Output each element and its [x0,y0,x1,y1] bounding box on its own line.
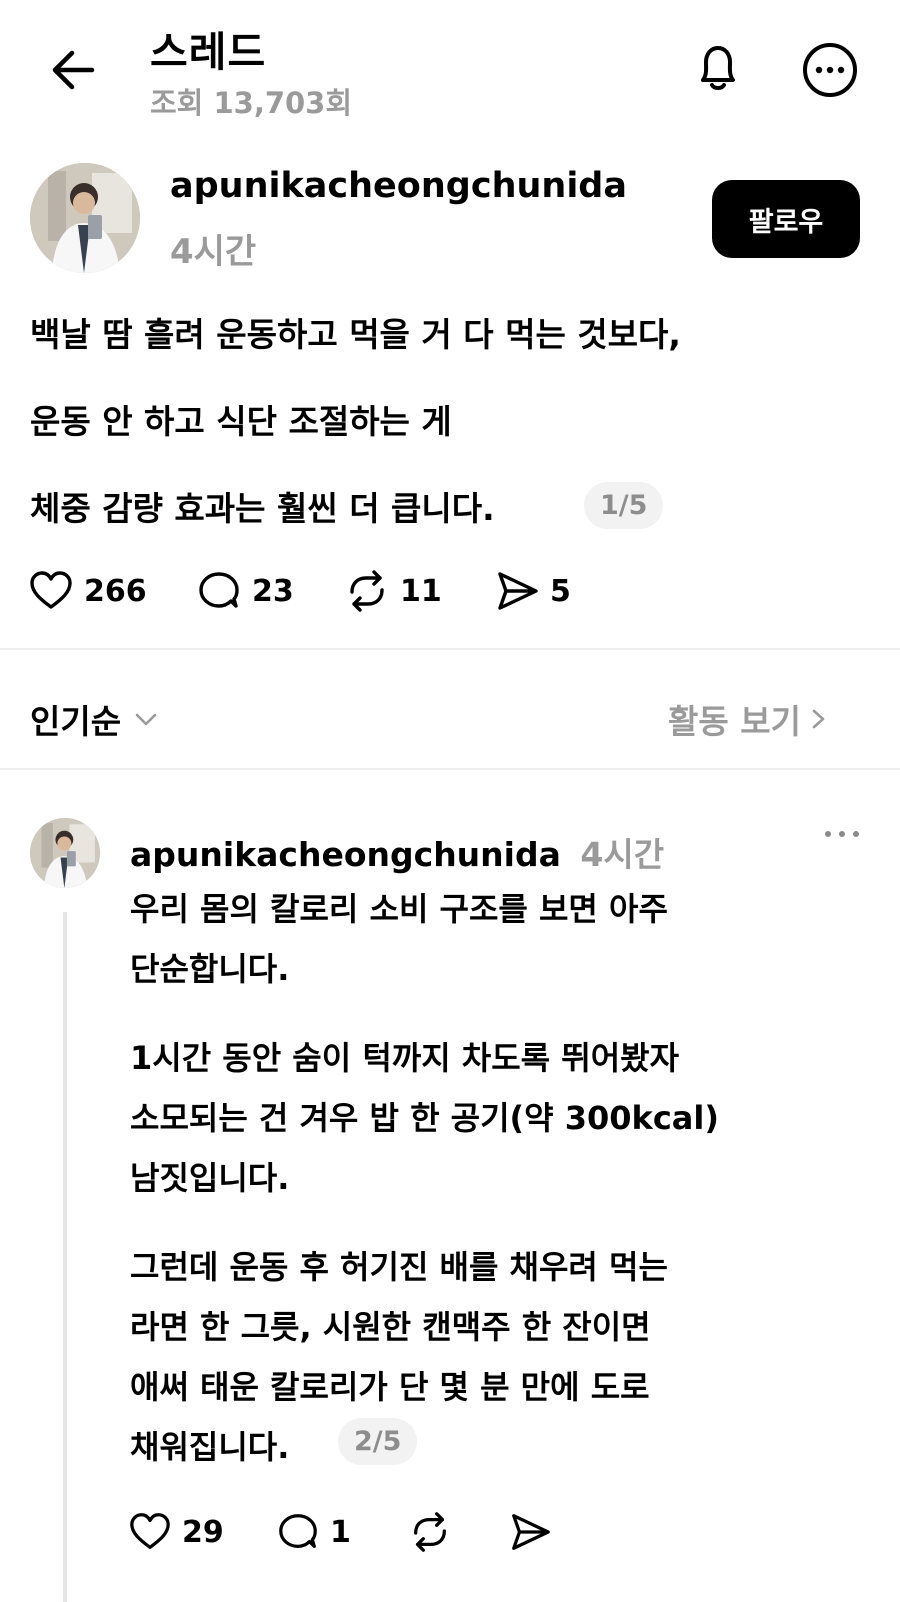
reply-text-line: 라면 한 그릇, 시원한 캔맥주 한 잔이면 [130,1308,651,1346]
divider [0,768,900,770]
thread-connector-line [63,912,67,1602]
post-author[interactable]: apunikacheongchunida [170,166,627,206]
comment-bubble-icon [279,1514,317,1548]
view-count: 조회 13,703회 [150,86,353,120]
chevron-down-icon [135,713,157,726]
follow-button[interactable]: 팔로우 [712,180,860,258]
reply-header: apunikacheongchunida 4시간 [130,828,664,876]
thread-page-indicator: 1/5 [584,482,664,529]
like-count: 266 [84,573,147,609]
reply-author[interactable]: apunikacheongchunida [130,835,561,874]
post-text-line: 운동 안 하고 식단 조절하는 게 [30,402,452,441]
reply-text-line: 애써 태운 칼로리가 단 몇 분 만에 도로 [130,1368,650,1406]
more-options-button[interactable] [800,40,860,100]
post-text-line: 백날 땀 흘려 운동하고 먹을 거 다 먹는 것보다, [30,315,681,354]
repost-count: 11 [400,573,442,609]
post-text-line: 체중 감량 효과는 훨씬 더 큽니다. [30,489,495,528]
send-icon [498,572,538,610]
arrow-left-icon [52,50,95,90]
avatar[interactable] [30,163,140,273]
reply-text-line: 우리 몸의 칼로리 소비 구조를 보면 아주 [130,890,668,928]
reply-repost-button[interactable] [408,1510,462,1554]
post-time: 4시간 [170,232,257,272]
repost-button[interactable]: 11 [344,568,442,614]
heart-icon [30,571,72,609]
comment-count: 1 [330,1514,351,1550]
reply-text-line: 그런데 운동 후 허기진 배를 채우려 먹는 [130,1248,668,1286]
thread-page-indicator: 2/5 [338,1418,418,1465]
notification-button[interactable] [688,38,748,98]
comment-count: 23 [252,573,294,609]
share-count: 5 [550,573,571,609]
more-horizontal-icon [825,831,859,837]
reply-text-line: 남짓입니다. [130,1159,290,1197]
page-title: 스레드 [150,28,267,76]
reply-time: 4시간 [580,835,665,874]
reply-text-line: 단순합니다. [130,950,290,988]
repost-icon [414,1512,446,1552]
repost-icon [350,570,384,612]
divider [0,648,900,650]
reply-text-line: 소모되는 건 겨우 밥 한 공기(약 300kcal) [130,1099,719,1137]
more-circle-icon [803,43,857,97]
reply-share-button[interactable] [508,1510,562,1554]
comment-button[interactable]: 23 [196,568,294,614]
comment-bubble-icon [199,572,239,608]
like-button[interactable]: 266 [28,568,147,614]
reply-like-button[interactable]: 29 [128,1510,224,1554]
like-count: 29 [182,1514,224,1550]
reply-text-line: 1시간 동안 숨이 턱까지 차도록 뛰어봤자 [130,1039,680,1077]
bell-icon [701,46,735,90]
chevron-right-icon [812,709,825,729]
view-activity-link[interactable]: 활동 보기 [668,695,831,743]
activity-label: 활동 보기 [668,702,801,741]
reply-more-button[interactable] [822,822,862,846]
heart-icon [130,1513,170,1549]
reply-text-line: 채워집니다. [130,1428,290,1466]
send-icon [512,1514,550,1550]
reply-comment-button[interactable]: 1 [276,1510,351,1554]
avatar[interactable] [30,818,100,888]
sort-dropdown[interactable]: 인기순 [30,695,161,743]
back-button[interactable] [44,40,104,100]
sort-label: 인기순 [30,702,122,741]
share-button[interactable]: 5 [494,568,571,614]
